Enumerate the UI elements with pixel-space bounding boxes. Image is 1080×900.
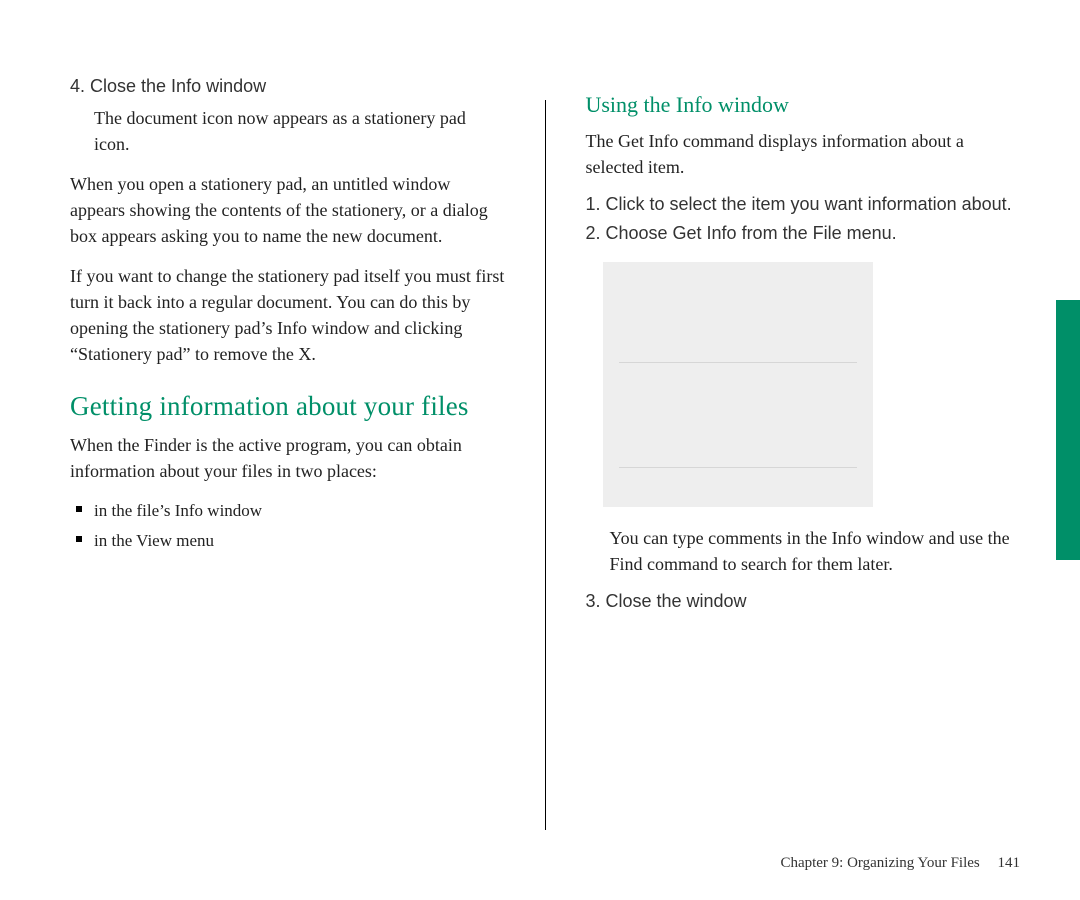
chapter-label: Chapter 9: Organizing Your Files xyxy=(780,855,979,871)
figure-placeholder-line xyxy=(639,308,857,324)
two-column-layout: 4. Close the Info window The document ic… xyxy=(70,70,1020,860)
edge-tab xyxy=(1056,300,1080,560)
page-footer: Chapter 9: Organizing Your Files 141 xyxy=(780,855,1020,872)
step-1: 1. Click to select the item you want inf… xyxy=(585,194,1020,215)
stationery-change-paragraph: If you want to change the stationery pad… xyxy=(70,263,505,367)
stationery-open-paragraph: When you open a stationery pad, an untit… xyxy=(70,171,505,249)
figure-divider xyxy=(619,362,857,363)
finder-intro-paragraph: When the Finder is the active program, y… xyxy=(70,432,505,484)
section-heading-getting-info: Getting information about your files xyxy=(70,391,505,422)
figure-placeholder-line xyxy=(649,340,857,356)
get-info-intro: The Get Info command displays informatio… xyxy=(585,128,1020,180)
bullet-text: in the View menu xyxy=(94,528,214,554)
right-column: Using the Info window The Get Info comma… xyxy=(585,70,1020,860)
figure-placeholder-line xyxy=(619,276,857,292)
step-2: 2. Choose Get Info from the File menu. xyxy=(585,223,1020,244)
step-4-heading: 4. Close the Info window xyxy=(70,76,505,97)
figure-divider xyxy=(619,467,857,468)
figure-placeholder-line xyxy=(629,385,857,401)
figure-placeholder-line xyxy=(649,324,857,340)
step-4-body: The document icon now appears as a stati… xyxy=(94,105,505,157)
column-divider xyxy=(545,100,546,830)
page: 4. Close the Info window The document ic… xyxy=(0,0,1080,900)
square-bullet-icon xyxy=(76,536,82,542)
figure-placeholder-line xyxy=(629,369,857,385)
figure-placeholder-line xyxy=(619,474,857,490)
figure-placeholder-line xyxy=(639,292,857,308)
bullet-item: in the file’s Info window xyxy=(70,498,505,524)
square-bullet-icon xyxy=(76,506,82,512)
left-column: 4. Close the Info window The document ic… xyxy=(70,70,505,860)
bullet-text: in the file’s Info window xyxy=(94,498,262,524)
figure-spacer xyxy=(619,401,857,461)
comments-paragraph: You can type comments in the Info window… xyxy=(609,525,1020,577)
bullet-item: in the View menu xyxy=(70,528,505,554)
subheading-using-info-window: Using the Info window xyxy=(585,92,1020,118)
step-3: 3. Close the window xyxy=(585,591,1020,612)
info-window-figure xyxy=(603,262,873,507)
page-number: 141 xyxy=(998,855,1021,871)
